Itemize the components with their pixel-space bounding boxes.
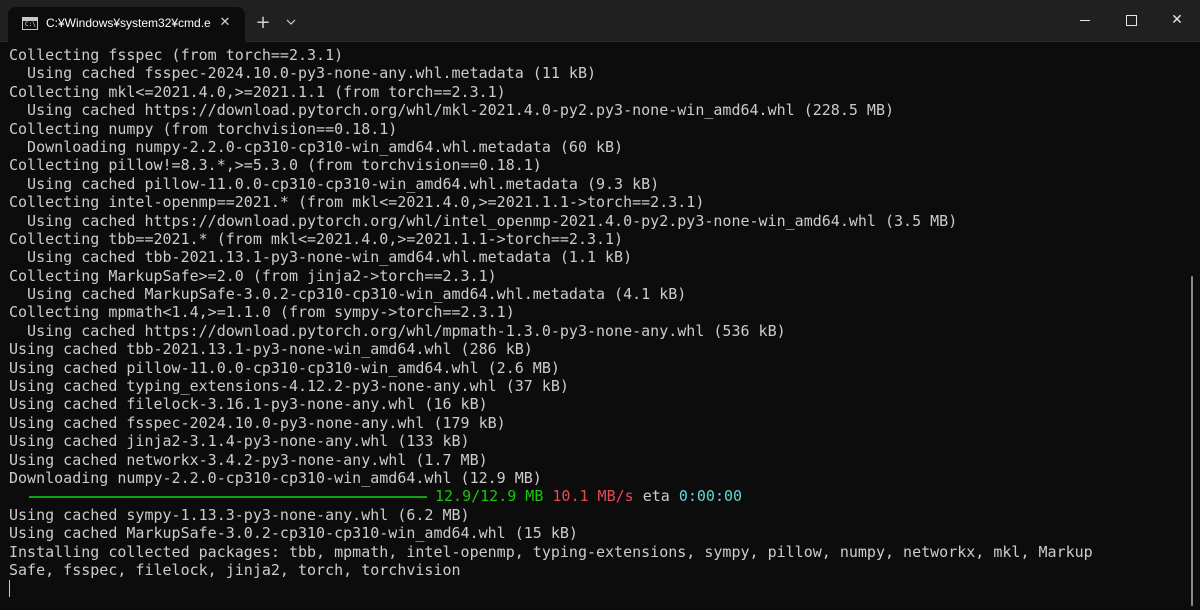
- output-line: Safe, fsspec, filelock, jinja2, torch, t…: [9, 560, 461, 579]
- output-line: Using cached https://download.pytorch.or…: [9, 101, 895, 120]
- text-cursor: [9, 580, 10, 598]
- tab-close-icon[interactable]: ✕: [214, 12, 236, 34]
- output-line: Using cached pillow-11.0.0-cp310-cp310-w…: [9, 174, 660, 193]
- output-line: Using cached MarkupSafe-3.0.2-cp310-cp31…: [9, 524, 578, 543]
- progress-bar: [29, 495, 427, 498]
- output-line: Using cached https://download.pytorch.or…: [9, 321, 786, 340]
- output-line: Using cached MarkupSafe-3.0.2-cp310-cp31…: [9, 285, 687, 304]
- terminal-output[interactable]: Collecting fsspec (from torch==2.3.1) Us…: [0, 42, 1190, 610]
- output-line: Using cached fsspec-2024.10.0-py3-none-a…: [9, 413, 506, 432]
- close-button[interactable]: ✕: [1154, 0, 1200, 40]
- output-line: Using cached jinja2-3.1.4-py3-none-any.w…: [9, 432, 470, 451]
- output-line: Collecting MarkupSafe>=2.0 (from jinja2-…: [9, 266, 497, 285]
- output-line: Installing collected packages: tbb, mpma…: [9, 542, 1093, 561]
- tab-title: C:¥Windows¥system32¥cmd.e: [46, 16, 211, 30]
- output-line: Collecting fsspec (from torch==2.3.1): [9, 46, 344, 64]
- output-line: Collecting numpy (from torchvision==0.18…: [9, 119, 398, 138]
- prompt-line: [9, 579, 1190, 598]
- new-tab-button[interactable]: +: [252, 12, 274, 34]
- progress-size: 12.9/12.9 MB: [435, 487, 544, 506]
- output-line: Collecting pillow!=8.3.*,>=5.3.0 (from t…: [9, 156, 542, 175]
- output-line: Using cached sympy-1.13.3-py3-none-any.w…: [9, 505, 470, 524]
- output-line: Downloading numpy-2.2.0-cp310-cp310-win_…: [9, 137, 624, 156]
- output-line: Using cached https://download.pytorch.or…: [9, 211, 958, 230]
- output-line: Downloading numpy-2.2.0-cp310-cp310-win_…: [9, 468, 542, 487]
- chevron-down-icon[interactable]: [281, 12, 301, 34]
- cmd-icon: C:\: [22, 17, 38, 30]
- maximize-button[interactable]: [1108, 0, 1154, 40]
- title-bar: C:\ C:¥Windows¥system32¥cmd.e ✕ + ✕: [0, 0, 1200, 42]
- output-line: Using cached tbb-2021.13.1-py3-none-win_…: [9, 248, 633, 267]
- progress-eta-label: eta: [642, 487, 670, 506]
- output-line: Using cached networkx-3.4.2-py3-none-any…: [9, 450, 488, 469]
- output-line: Collecting tbb==2021.* (from mkl<=2021.4…: [9, 229, 624, 248]
- progress-speed: 10.1 MB/s: [552, 487, 634, 506]
- progress-eta: 0:00:00: [678, 487, 743, 506]
- output-line: Using cached fsspec-2024.10.0-py3-none-a…: [9, 64, 596, 83]
- minimize-icon: [1080, 19, 1090, 21]
- output-line: Using cached pillow-11.0.0-cp310-cp310-w…: [9, 358, 560, 377]
- output-line: Collecting intel-openmp==2021.* (from mk…: [9, 193, 705, 212]
- maximize-icon: [1125, 14, 1137, 26]
- scrollbar[interactable]: [1191, 276, 1193, 606]
- terminal-tab[interactable]: C:\ C:¥Windows¥system32¥cmd.e ✕: [8, 7, 245, 42]
- output-line: Using cached typing_extensions-4.12.2-py…: [9, 377, 569, 396]
- output-line: Using cached filelock-3.16.1-py3-none-an…: [9, 395, 488, 414]
- output-line: Using cached tbb-2021.13.1-py3-none-win_…: [9, 340, 533, 359]
- progress-line: 12.9/12.9 MB 10.1 MB/s eta 0:00:00: [9, 487, 1190, 505]
- output-line: Collecting mkl<=2021.4.0,>=2021.1.1 (fro…: [9, 82, 506, 101]
- output-line: Collecting mpmath<1.4,>=1.1.0 (from symp…: [9, 303, 515, 322]
- minimize-button[interactable]: [1062, 0, 1108, 40]
